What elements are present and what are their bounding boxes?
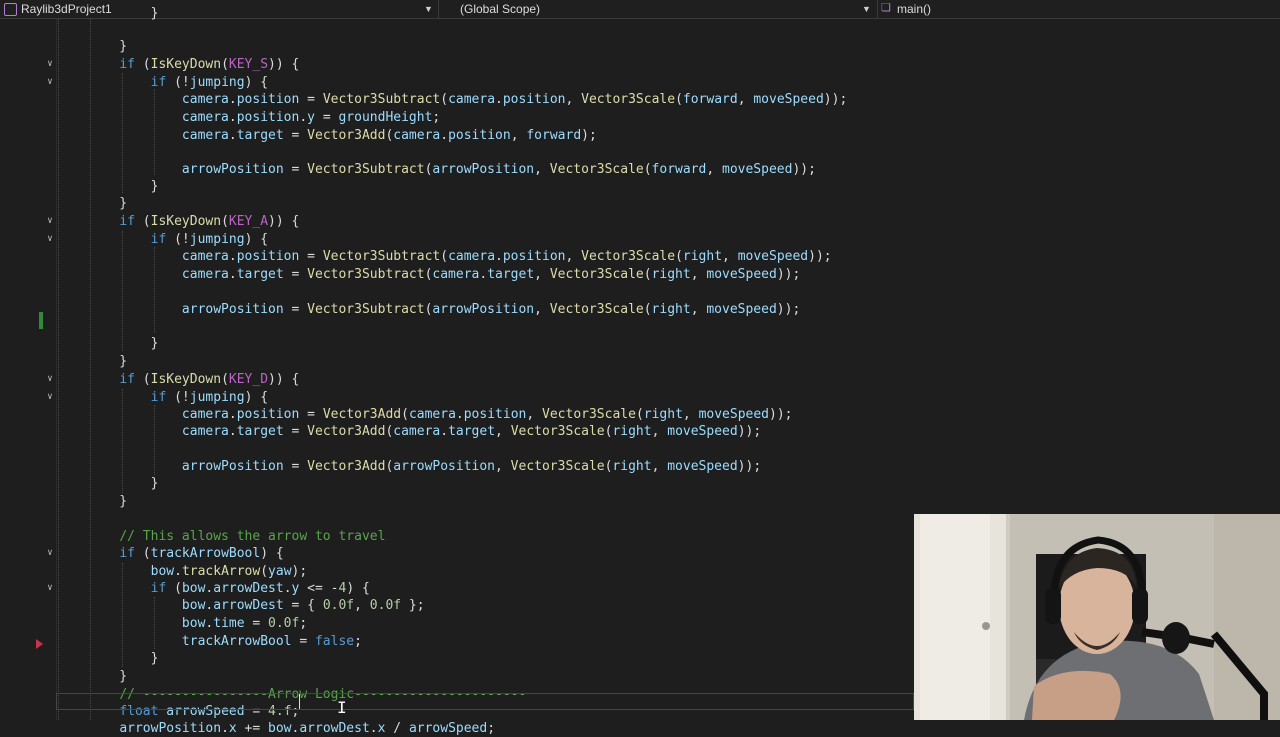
code-line[interactable]: camera.position = Vector3Add(camera.posi… bbox=[0, 406, 1280, 423]
code-text: arrowPosition.x += bow.arrowDest.x / arr… bbox=[119, 721, 496, 736]
code-text: arrowPosition = Vector3Subtract(arrowPos… bbox=[181, 162, 816, 177]
code-line[interactable]: camera.target = Vector3Add(camera.target… bbox=[0, 423, 1280, 440]
code-text: camera.position.y = groundHeight; bbox=[181, 110, 441, 125]
code-text: arrowPosition = Vector3Subtract(arrowPos… bbox=[181, 302, 801, 317]
code-text: if (IsKeyDown(KEY_A)) { bbox=[119, 214, 300, 229]
code-line[interactable]: ∨ if (IsKeyDown(KEY_A)) { bbox=[0, 213, 1280, 230]
fold-chevron-icon[interactable]: ∨ bbox=[44, 58, 56, 70]
code-line[interactable]: } bbox=[0, 178, 1280, 195]
fold-chevron-icon[interactable]: ∨ bbox=[44, 547, 56, 559]
code-line[interactable]: camera.position = Vector3Subtract(camera… bbox=[0, 248, 1280, 265]
code-line[interactable]: ∨ if (IsKeyDown(KEY_D)) { bbox=[0, 371, 1280, 388]
code-text: if (bow.arrowDest.y <= -4) { bbox=[150, 581, 370, 596]
code-text: camera.position = Vector3Subtract(camera… bbox=[181, 92, 848, 107]
code-text: camera.target = Vector3Add(camera.positi… bbox=[181, 128, 597, 143]
code-line[interactable]: } bbox=[0, 493, 1280, 510]
code-text: } bbox=[88, 669, 128, 684]
code-text: if (!jumping) { bbox=[150, 390, 269, 405]
fold-chevron-icon[interactable]: ∨ bbox=[44, 373, 56, 385]
code-line[interactable]: } bbox=[0, 195, 1280, 212]
code-text: bow.arrowDest = { 0.0f, 0.0f }; bbox=[181, 598, 425, 613]
code-line[interactable] bbox=[0, 441, 1280, 458]
code-line[interactable]: arrowPosition = Vector3Subtract(arrowPos… bbox=[0, 161, 1280, 178]
code-line[interactable] bbox=[0, 284, 1280, 301]
code-line[interactable]: camera.target = Vector3Subtract(camera.t… bbox=[0, 266, 1280, 283]
text-caret bbox=[299, 694, 300, 709]
code-text: } bbox=[88, 179, 159, 194]
code-line[interactable] bbox=[0, 144, 1280, 161]
code-line[interactable]: } bbox=[0, 335, 1280, 352]
code-text: if (!jumping) { bbox=[150, 232, 269, 247]
code-line[interactable] bbox=[0, 318, 1280, 335]
code-text: camera.position = Vector3Subtract(camera… bbox=[181, 249, 832, 264]
current-line-highlight bbox=[56, 693, 914, 710]
ibeam-cursor-icon: I bbox=[337, 698, 347, 717]
code-line[interactable]: camera.target = Vector3Add(camera.positi… bbox=[0, 127, 1280, 144]
code-text: } bbox=[88, 196, 128, 211]
code-line[interactable]: } bbox=[0, 38, 1280, 55]
code-text: trackArrowBool = false; bbox=[181, 634, 362, 649]
code-line[interactable]: arrowPosition.x += bow.arrowDest.x / arr… bbox=[0, 720, 1280, 737]
code-text: camera.target = Vector3Subtract(camera.t… bbox=[181, 267, 801, 282]
webcam-overlay bbox=[914, 514, 1280, 720]
code-text: } bbox=[88, 476, 159, 491]
code-line[interactable]: } bbox=[0, 475, 1280, 492]
code-text: if (trackArrowBool) { bbox=[119, 546, 284, 561]
code-text: } bbox=[88, 39, 128, 54]
fold-chevron-icon[interactable]: ∨ bbox=[44, 233, 56, 245]
breakpoint-arrow-icon[interactable] bbox=[36, 639, 43, 649]
code-line[interactable]: arrowPosition = Vector3Add(arrowPosition… bbox=[0, 458, 1280, 475]
code-line[interactable]: ∨ if (IsKeyDown(KEY_S)) { bbox=[0, 56, 1280, 73]
code-line[interactable]: ∨ if (!jumping) { bbox=[0, 74, 1280, 91]
code-text: arrowPosition = Vector3Add(arrowPosition… bbox=[181, 459, 762, 474]
code-line[interactable]: ∨ if (!jumping) { bbox=[0, 231, 1280, 248]
code-text: } bbox=[88, 6, 159, 21]
code-text: bow.trackArrow(yaw); bbox=[150, 564, 308, 579]
code-text: // This allows the arrow to travel bbox=[119, 529, 386, 544]
fold-chevron-icon[interactable]: ∨ bbox=[44, 215, 56, 227]
unsaved-change-marker bbox=[39, 312, 43, 329]
code-text: camera.position = Vector3Add(camera.posi… bbox=[181, 407, 793, 422]
code-text: if (IsKeyDown(KEY_D)) { bbox=[119, 372, 300, 387]
webcam-image bbox=[914, 514, 1280, 720]
code-text: camera.target = Vector3Add(camera.target… bbox=[181, 424, 762, 439]
fold-chevron-icon[interactable]: ∨ bbox=[44, 582, 56, 594]
code-line[interactable]: } bbox=[0, 353, 1280, 370]
fold-chevron-icon[interactable]: ∨ bbox=[44, 76, 56, 88]
code-text: if (IsKeyDown(KEY_S)) { bbox=[119, 57, 300, 72]
code-text: } bbox=[88, 494, 128, 509]
code-line[interactable]: ∨ if (!jumping) { bbox=[0, 389, 1280, 406]
code-text: } bbox=[88, 354, 128, 369]
fold-chevron-icon[interactable]: ∨ bbox=[44, 391, 56, 403]
code-line[interactable]: camera.position.y = groundHeight; bbox=[0, 109, 1280, 126]
code-line[interactable]: camera.position = Vector3Subtract(camera… bbox=[0, 91, 1280, 108]
code-line[interactable]: arrowPosition = Vector3Subtract(arrowPos… bbox=[0, 301, 1280, 318]
code-text: } bbox=[88, 336, 159, 351]
code-line[interactable]: } bbox=[0, 5, 1280, 22]
code-text: if (!jumping) { bbox=[150, 75, 269, 90]
code-text: } bbox=[88, 651, 159, 666]
code-text: bow.time = 0.0f; bbox=[181, 616, 308, 631]
